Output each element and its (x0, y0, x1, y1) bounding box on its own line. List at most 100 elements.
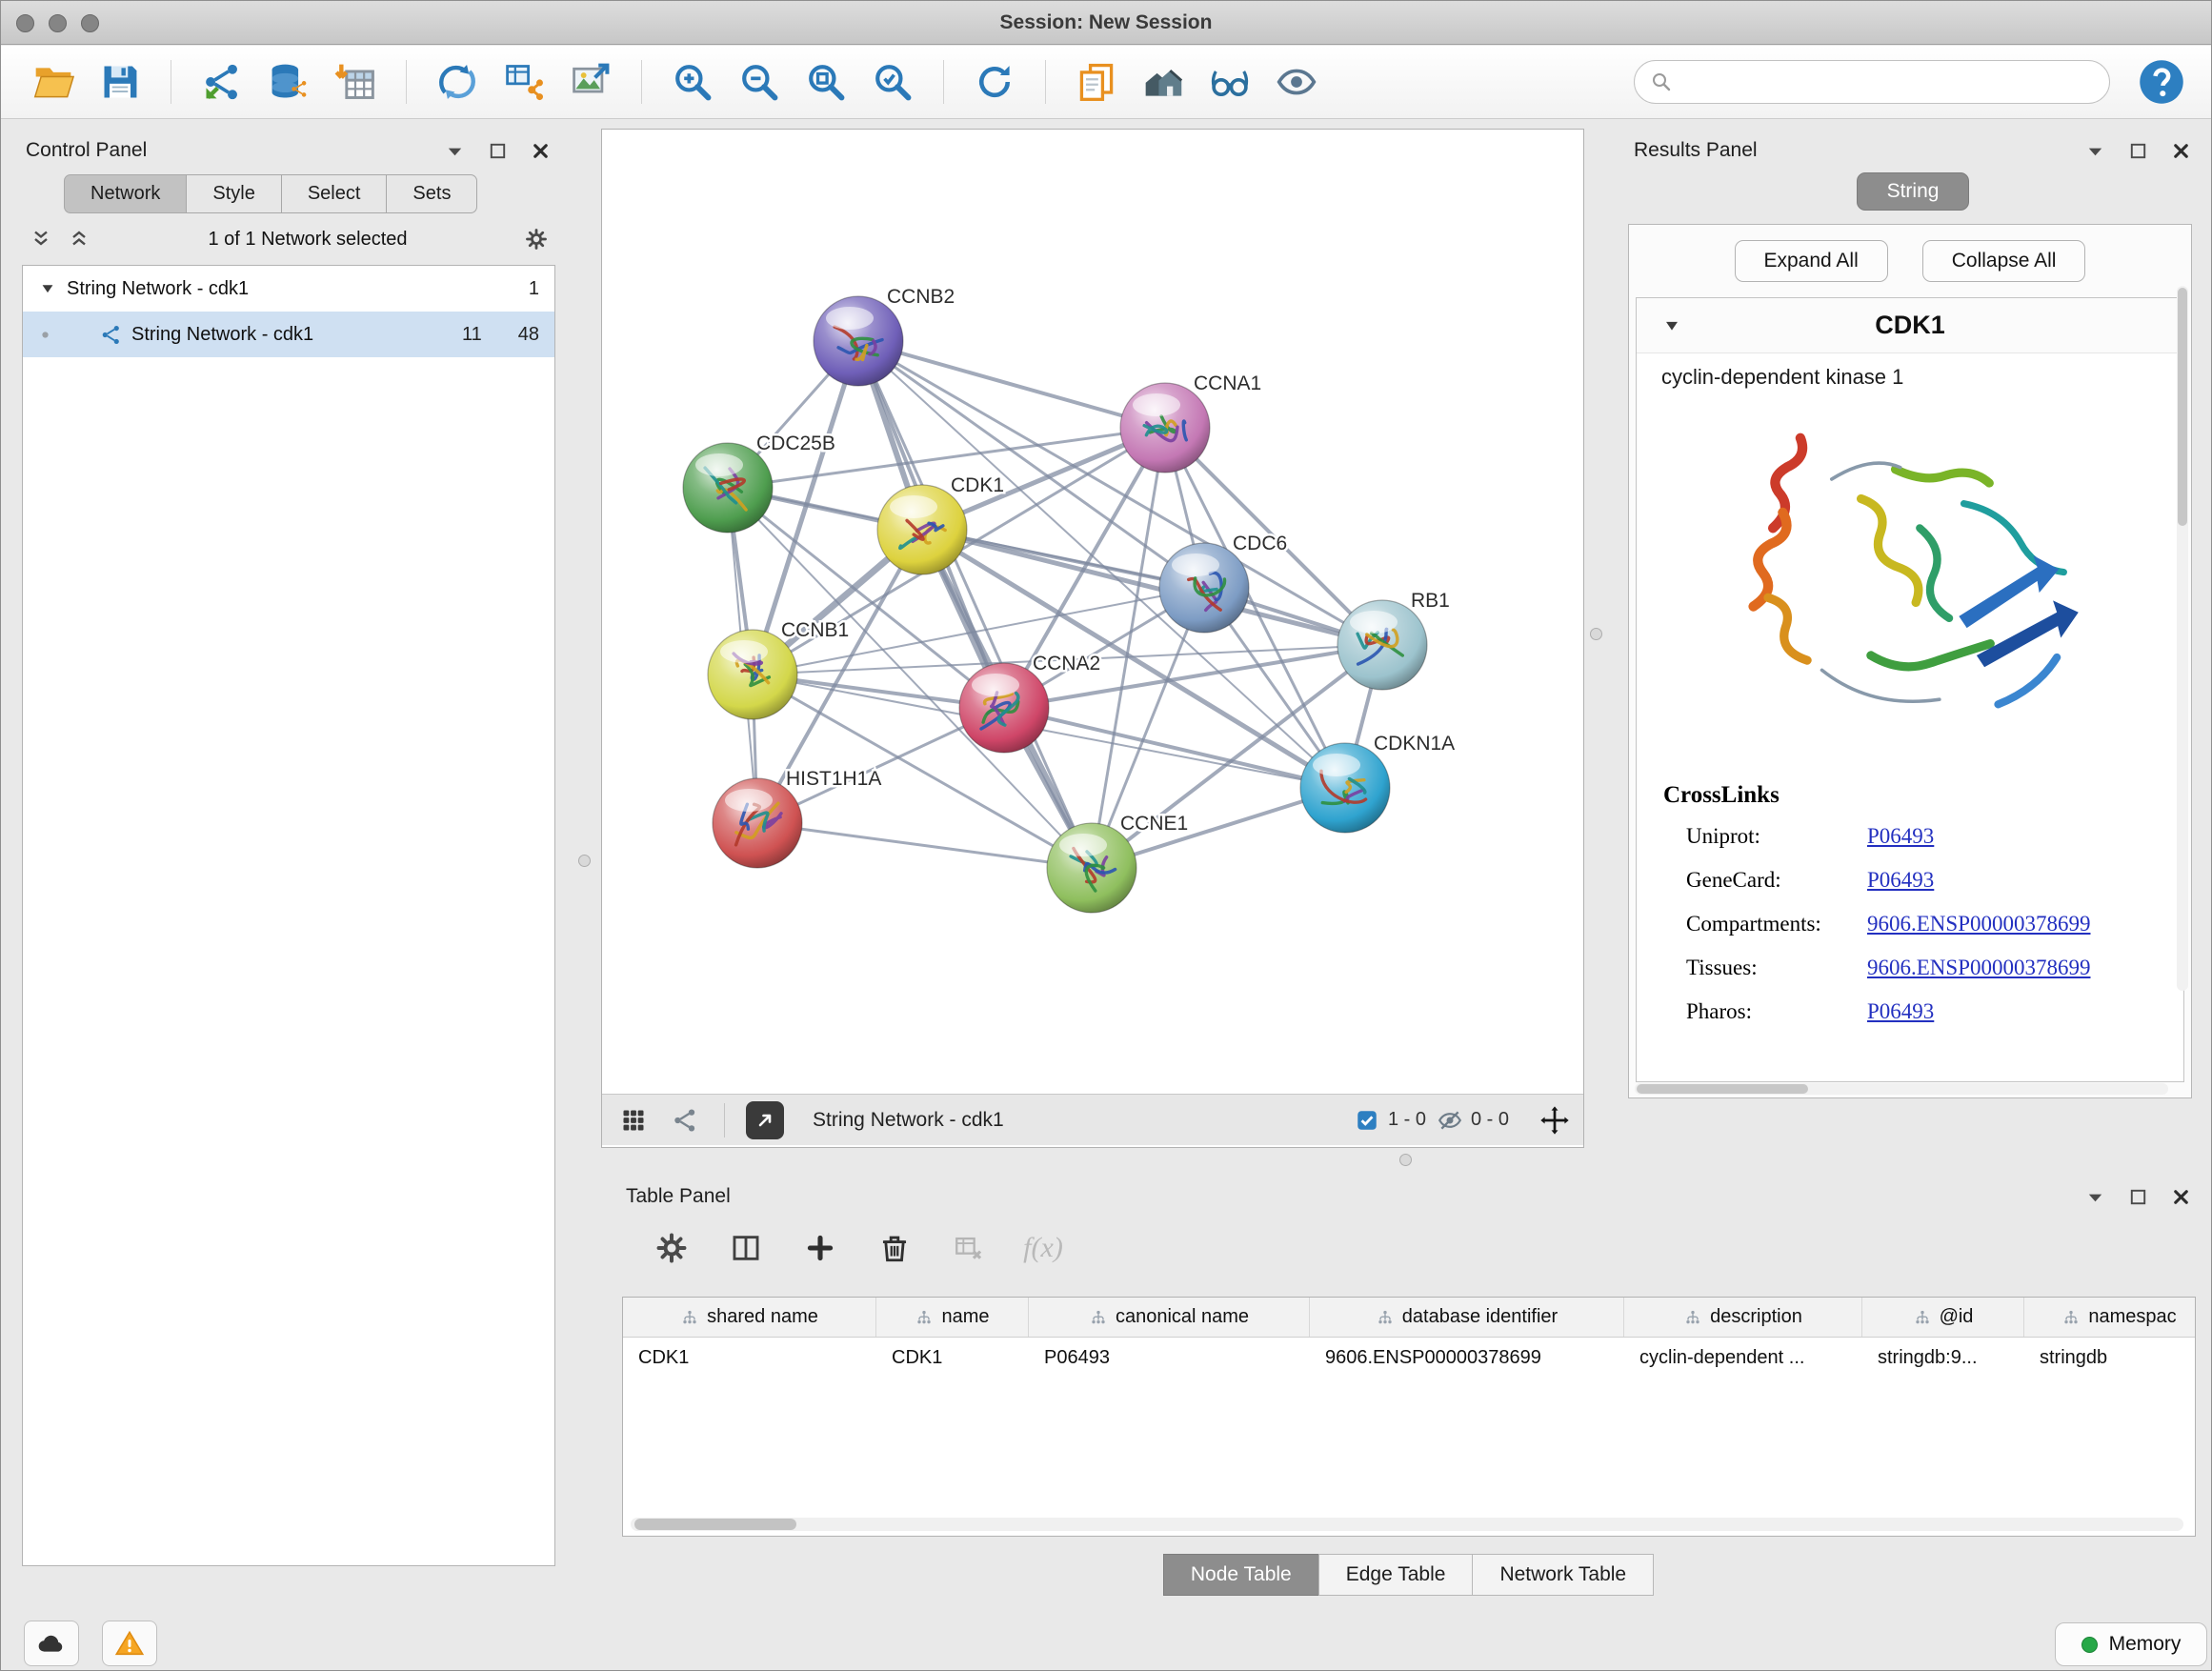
zoom-selected-button[interactable] (865, 54, 920, 110)
export-image-button[interactable] (563, 54, 618, 110)
tab-select[interactable]: Select (281, 174, 388, 213)
window-zoom-button[interactable] (81, 14, 99, 32)
panel-float-icon[interactable] (487, 140, 509, 162)
network-node-cdc6[interactable] (1159, 543, 1249, 633)
hide-glasses-button[interactable] (1202, 54, 1257, 110)
add-button[interactable] (797, 1225, 843, 1271)
collection-row[interactable]: String Network - cdk11 (23, 266, 554, 312)
left-splitter-grip[interactable] (578, 855, 591, 867)
tab-network-table[interactable]: Network Table (1472, 1554, 1654, 1596)
network-node-ccne1[interactable] (1047, 823, 1136, 913)
column-header-database-identifier[interactable]: database identifier (1310, 1298, 1624, 1337)
columns-button[interactable] (723, 1225, 769, 1271)
table-horizontal-scrollbar[interactable] (631, 1518, 2183, 1531)
panel-float-icon[interactable] (2127, 140, 2149, 162)
warning-status-button[interactable] (102, 1621, 157, 1666)
table-row[interactable]: CDK1CDK1P064939606.ENSP00000378699cyclin… (623, 1338, 2195, 1378)
results-vertical-scrollbar[interactable] (2177, 286, 2188, 991)
results-horizontal-scrollbar[interactable] (1635, 1083, 2168, 1095)
crosslink-value-link[interactable]: 9606.ENSP00000378699 (1867, 912, 2091, 936)
save-session-button[interactable] (92, 54, 148, 110)
panel-float-icon[interactable] (2127, 1186, 2149, 1208)
network-node-ccnb2[interactable] (814, 296, 903, 386)
network-node-ccna2[interactable] (959, 663, 1049, 753)
column-header-name[interactable]: name (876, 1298, 1029, 1337)
help-button[interactable] (2137, 57, 2186, 107)
gear-button[interactable] (649, 1225, 694, 1271)
network-row[interactable]: String Network - cdk11148 (23, 312, 554, 357)
import-table-file-button[interactable] (328, 54, 383, 110)
network-node-cdc25b[interactable] (683, 443, 773, 533)
right-splitter-grip[interactable] (1590, 628, 1602, 640)
table-delete-button[interactable] (946, 1225, 992, 1271)
search-input[interactable] (1682, 70, 2094, 93)
expand-all-button[interactable]: Expand All (1735, 240, 1888, 282)
network-edge[interactable] (757, 823, 1092, 868)
pan-mode-icon[interactable] (1539, 1105, 1570, 1136)
bottom-splitter-grip[interactable] (1399, 1154, 1412, 1166)
column-header-description[interactable]: description (1624, 1298, 1862, 1337)
network-edge[interactable] (858, 341, 1092, 868)
tab-edge-table[interactable]: Edge Table (1318, 1554, 1474, 1596)
crosslink-value-link[interactable]: P06493 (1867, 999, 1934, 1024)
show-eye-button[interactable] (1269, 54, 1324, 110)
hidden-eye-icon[interactable] (1438, 1108, 1462, 1133)
import-network-file-button[interactable] (194, 54, 250, 110)
tab-style[interactable]: Style (186, 174, 281, 213)
network-canvas[interactable]: CCNB2CCNA1CDC25BCDK1CDC6RB1CCNB1CCNA2CDK… (602, 130, 1583, 1094)
column-header-shared-name[interactable]: shared name (623, 1298, 876, 1337)
zoom-fit-button[interactable] (798, 54, 854, 110)
network-edge[interactable] (1004, 708, 1345, 788)
function-builder-button[interactable]: f(x) (1020, 1225, 1066, 1271)
panel-close-icon[interactable] (2170, 140, 2192, 162)
network-node-rb1[interactable] (1337, 600, 1427, 690)
window-close-button[interactable] (16, 14, 34, 32)
network-node-cdkn1a[interactable] (1300, 743, 1390, 833)
column-header-canonical-name[interactable]: canonical name (1029, 1298, 1310, 1337)
collapse-all-icon[interactable] (30, 228, 52, 251)
network-arrows-button[interactable] (430, 54, 485, 110)
column-header--id[interactable]: @id (1862, 1298, 2024, 1337)
network-node-ccnb1[interactable] (708, 630, 797, 719)
string-app-button[interactable] (667, 1102, 703, 1138)
panel-menu-icon[interactable] (2084, 1186, 2106, 1208)
column-header-namespac[interactable]: namespac (2024, 1298, 2196, 1337)
tab-node-table[interactable]: Node Table (1163, 1554, 1319, 1596)
trash-button[interactable] (872, 1225, 917, 1271)
network-node-ccna1[interactable] (1120, 383, 1210, 473)
expand-all-icon[interactable] (68, 228, 90, 251)
network-node-hist1h1a[interactable] (713, 778, 802, 868)
collapse-entry-icon[interactable] (1661, 315, 1682, 336)
network-node-cdk1[interactable] (877, 485, 967, 574)
crosslink-value-link[interactable]: P06493 (1867, 868, 1934, 893)
tab-string[interactable]: String (1857, 172, 1969, 211)
window-minimize-button[interactable] (49, 14, 67, 32)
import-network-database-button[interactable] (261, 54, 316, 110)
selected-check-icon[interactable] (1355, 1108, 1379, 1133)
protein-entry-header[interactable]: CDK1 (1637, 298, 2183, 353)
network-options-gear-icon[interactable] (525, 228, 548, 251)
birdseye-view-button[interactable] (615, 1102, 652, 1138)
zoom-out-button[interactable] (732, 54, 787, 110)
open-session-button[interactable] (26, 54, 81, 110)
search-box[interactable] (1634, 60, 2110, 104)
network-from-table-button[interactable] (496, 54, 552, 110)
tab-network[interactable]: Network (64, 174, 187, 213)
collapse-all-button[interactable]: Collapse All (1922, 240, 2086, 282)
network-edge[interactable] (922, 530, 1382, 645)
zoom-in-button[interactable] (665, 54, 720, 110)
panel-menu-icon[interactable] (444, 140, 466, 162)
panel-menu-icon[interactable] (2084, 140, 2106, 162)
crosslink-value-link[interactable]: P06493 (1867, 824, 1934, 849)
window-titlebar[interactable]: Session: New Session (1, 1, 2211, 45)
crosslink-value-link[interactable]: 9606.ENSP00000378699 (1867, 956, 2091, 980)
memory-button[interactable]: Memory (2055, 1622, 2207, 1666)
export-view-button[interactable] (746, 1101, 784, 1139)
panel-close-icon[interactable] (2170, 1186, 2192, 1208)
home-views-button[interactable] (1136, 54, 1191, 110)
expander-icon[interactable] (38, 279, 57, 298)
refresh-button[interactable] (967, 54, 1022, 110)
panel-close-icon[interactable] (530, 140, 552, 162)
cloud-status-button[interactable] (24, 1621, 79, 1666)
tab-sets[interactable]: Sets (386, 174, 477, 213)
